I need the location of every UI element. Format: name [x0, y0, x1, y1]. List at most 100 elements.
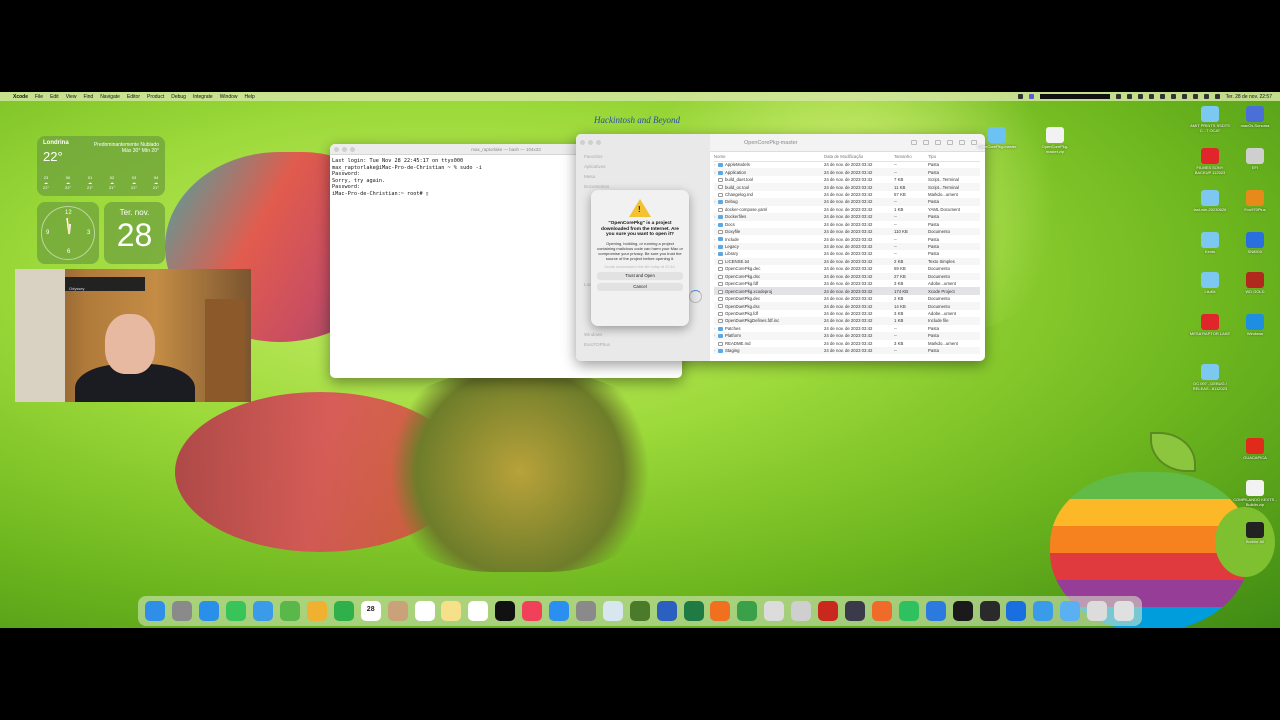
network-icon[interactable] [1159, 94, 1165, 99]
file-row[interactable]: OpenCorePkg.fdf 24 de nov. de 2023 03:42 3… [714, 280, 980, 287]
menu-debug[interactable]: Debug [171, 94, 186, 100]
dock-xcode-blue-icon[interactable] [1033, 601, 1054, 621]
desktop-icon[interactable]: MESA RAPTOR LAKE [1188, 314, 1232, 337]
share-icon[interactable] [935, 140, 941, 145]
file-row[interactable]: OpenDuetPkg.dsc 24 de nov. de 2023 03:42 1… [714, 302, 980, 310]
dock-video-app-icon[interactable] [1006, 601, 1027, 621]
menu-navigate[interactable]: Navigate [100, 94, 120, 100]
file-row[interactable]: › Docs 24 de nov. de 2023 03:42 -- Pasta [714, 221, 980, 228]
view-icon[interactable] [911, 140, 917, 145]
disk-icon[interactable] [1148, 94, 1154, 99]
bluetooth-icon[interactable] [1170, 94, 1176, 99]
dock-keyboard-tool-icon[interactable] [629, 601, 650, 621]
search-icon[interactable] [1203, 94, 1209, 99]
menu-find[interactable]: Find [83, 94, 93, 100]
desktop-icon[interactable]: OC 097 - DEBUG / RELEAS...8112023 [1188, 364, 1232, 391]
sidebar-item-applications[interactable]: Aplicativos [584, 164, 606, 169]
file-row[interactable]: OpenDuetPkg.fdf 24 de nov. de 2023 03:42 3… [714, 310, 980, 317]
column-name[interactable]: Nome [714, 152, 824, 162]
file-row[interactable]: OpenCorePkg.xcodeproj 24 de nov. de 2023 … [714, 287, 980, 295]
desktop-icon[interactable]: COMPILANDO KEXTS - Buildin.zip [1233, 480, 1277, 507]
desktop-icon[interactable]: OpenCorePkg-master [975, 127, 1019, 150]
menu-product[interactable]: Product [147, 94, 164, 100]
dock-reminders-icon[interactable] [414, 601, 435, 621]
file-row[interactable]: Doxyfile 24 de nov. de 2023 03:42 110 KB Do… [714, 227, 980, 236]
menu-window[interactable]: Window [220, 94, 238, 100]
dock-notes-icon[interactable] [441, 601, 462, 621]
weather-widget[interactable]: Londrina 22° Predominantemente Nublado M… [37, 136, 165, 196]
menu-view[interactable]: View [66, 94, 77, 100]
column-size[interactable]: Tamanho [894, 152, 928, 162]
file-row[interactable]: › Patches 24 de nov. de 2023 03:42 -- Pasta [714, 325, 980, 332]
desktop-icon[interactable]: WD GOLD [1233, 272, 1277, 295]
file-row[interactable]: › Legacy 24 de nov. de 2023 03:42 -- Pasta [714, 242, 980, 251]
record-icon[interactable] [1017, 94, 1023, 99]
desktop-icon[interactable]: LiluKit [1188, 272, 1232, 295]
calendar-widget[interactable]: Ter. nov. 28 [104, 202, 165, 264]
dock-utility-app-icon[interactable] [845, 601, 866, 621]
file-row[interactable]: › Dockerfiles 24 de nov. de 2023 03:42 -- Pa… [714, 213, 980, 221]
desktop-icon[interactable]: macOs Sonoma [1233, 106, 1277, 129]
file-row[interactable]: OpenDuetPkg.dec 24 de nov. de 2023 03:42 2… [714, 295, 980, 302]
cpu-icon[interactable] [1126, 94, 1132, 99]
file-row[interactable]: build_oc.tool 24 de nov. de 2023 03:42 11 … [714, 183, 980, 191]
file-row[interactable]: docker-compose.yaml 24 de nov. de 2023 03… [714, 206, 980, 213]
file-row[interactable]: › Staging 24 de nov. de 2023 03:42 -- Pasta [714, 346, 980, 355]
column-date[interactable]: Data de Modificação [824, 152, 894, 162]
stats-icon[interactable] [1115, 94, 1121, 99]
file-row[interactable]: › Debug 24 de nov. de 2023 03:42 -- Pasta [714, 198, 980, 206]
dock-xcode-icon[interactable] [925, 601, 946, 621]
desktop-icon[interactable]: last-win-20230626 [1188, 190, 1232, 213]
menu-clock[interactable]: Ter. 28 de nov. 22:57 [1226, 94, 1272, 100]
sidebar-item-documents[interactable]: Documentos [584, 184, 609, 189]
dock-firefox-icon[interactable] [710, 601, 731, 621]
desktop-icon[interactable]: AMIT PRINTS SSDTS C...T OCAT [1188, 106, 1232, 133]
sidebar-item-windows[interactable]: Windows [584, 332, 602, 337]
file-row[interactable]: OpenCorePkg.dec 24 de nov. de 2023 03:42 6… [714, 265, 980, 272]
trust-and-open-button[interactable]: Trust and Open [597, 272, 683, 281]
volume-icon[interactable] [1181, 94, 1187, 99]
close-icon[interactable] [580, 140, 585, 145]
memory-icon[interactable] [1137, 94, 1143, 99]
dock-os-app-icon[interactable] [1087, 601, 1108, 621]
desktop-icon[interactable]: FILMES SONY BACKUP 112023 [1188, 148, 1232, 175]
file-row[interactable]: › Library 24 de nov. de 2023 03:42 -- Pasta [714, 250, 980, 257]
menu-editor[interactable]: Editor [127, 94, 140, 100]
file-row[interactable]: README.md 24 de nov. de 2023 03:42 3 KB Mar… [714, 340, 980, 347]
dock-launchpad-icon[interactable] [172, 601, 193, 621]
file-row[interactable]: › Include 24 de nov. de 2023 03:42 -- Pasta [714, 235, 980, 242]
tag-icon[interactable] [947, 140, 953, 145]
desktop-icon[interactable]: OpenCorePkg-master.zip [1033, 127, 1077, 154]
menu-integrate[interactable]: Integrate [193, 94, 213, 100]
file-row[interactable]: OpenDuetPkgDefines.fdf.inc 24 de nov. de … [714, 317, 980, 325]
menu-app-name[interactable]: Xcode [13, 94, 28, 100]
file-row[interactable]: LICENSE.txt 24 de nov. de 2023 03:42 2 KB T… [714, 257, 980, 266]
menu-file[interactable]: File [35, 94, 43, 100]
dock-calendar-icon[interactable]: 28 [360, 601, 381, 621]
dock-contacts-icon[interactable] [387, 601, 408, 621]
dock-word-icon[interactable] [656, 601, 677, 621]
wifi-icon[interactable] [1192, 94, 1198, 99]
menu-edit[interactable]: Edit [50, 94, 59, 100]
dock-apple-tv-icon[interactable] [495, 601, 516, 621]
action-icon[interactable] [959, 140, 965, 145]
dock-music-icon[interactable] [522, 601, 543, 621]
column-kind[interactable]: Tipo [928, 152, 980, 162]
control-center-icon[interactable] [1214, 94, 1220, 99]
dock-downloads-folder-icon[interactable] [1060, 601, 1081, 621]
group-icon[interactable] [923, 140, 929, 145]
dock-finder-icon[interactable] [145, 601, 166, 621]
dock-facetime-icon[interactable] [333, 601, 354, 621]
clock-widget[interactable]: 12 3 6 9 [37, 202, 99, 264]
dock-quicktime-icon[interactable] [979, 601, 1000, 621]
desktop-icon[interactable]: Kexts [1188, 232, 1232, 255]
dock-safari-icon[interactable] [199, 601, 220, 621]
dock-system-settings-icon[interactable] [575, 601, 596, 621]
file-row[interactable]: › Application 24 de nov. de 2023 03:42 -- Pa… [714, 168, 980, 176]
sidebar-item-eurotopbus[interactable]: EuroTOPbus [584, 342, 610, 347]
desktop-icon[interactable]: Windows [1233, 314, 1277, 337]
desktop-icon[interactable]: Buildin' All [1233, 522, 1277, 545]
file-row[interactable]: › AppleModels 24 de nov. de 2023 03:42 -- Pa… [714, 161, 980, 168]
dock-red-app-icon[interactable] [818, 601, 839, 621]
file-row[interactable]: › Platform 24 de nov. de 2023 03:42 -- Pasta [714, 332, 980, 340]
